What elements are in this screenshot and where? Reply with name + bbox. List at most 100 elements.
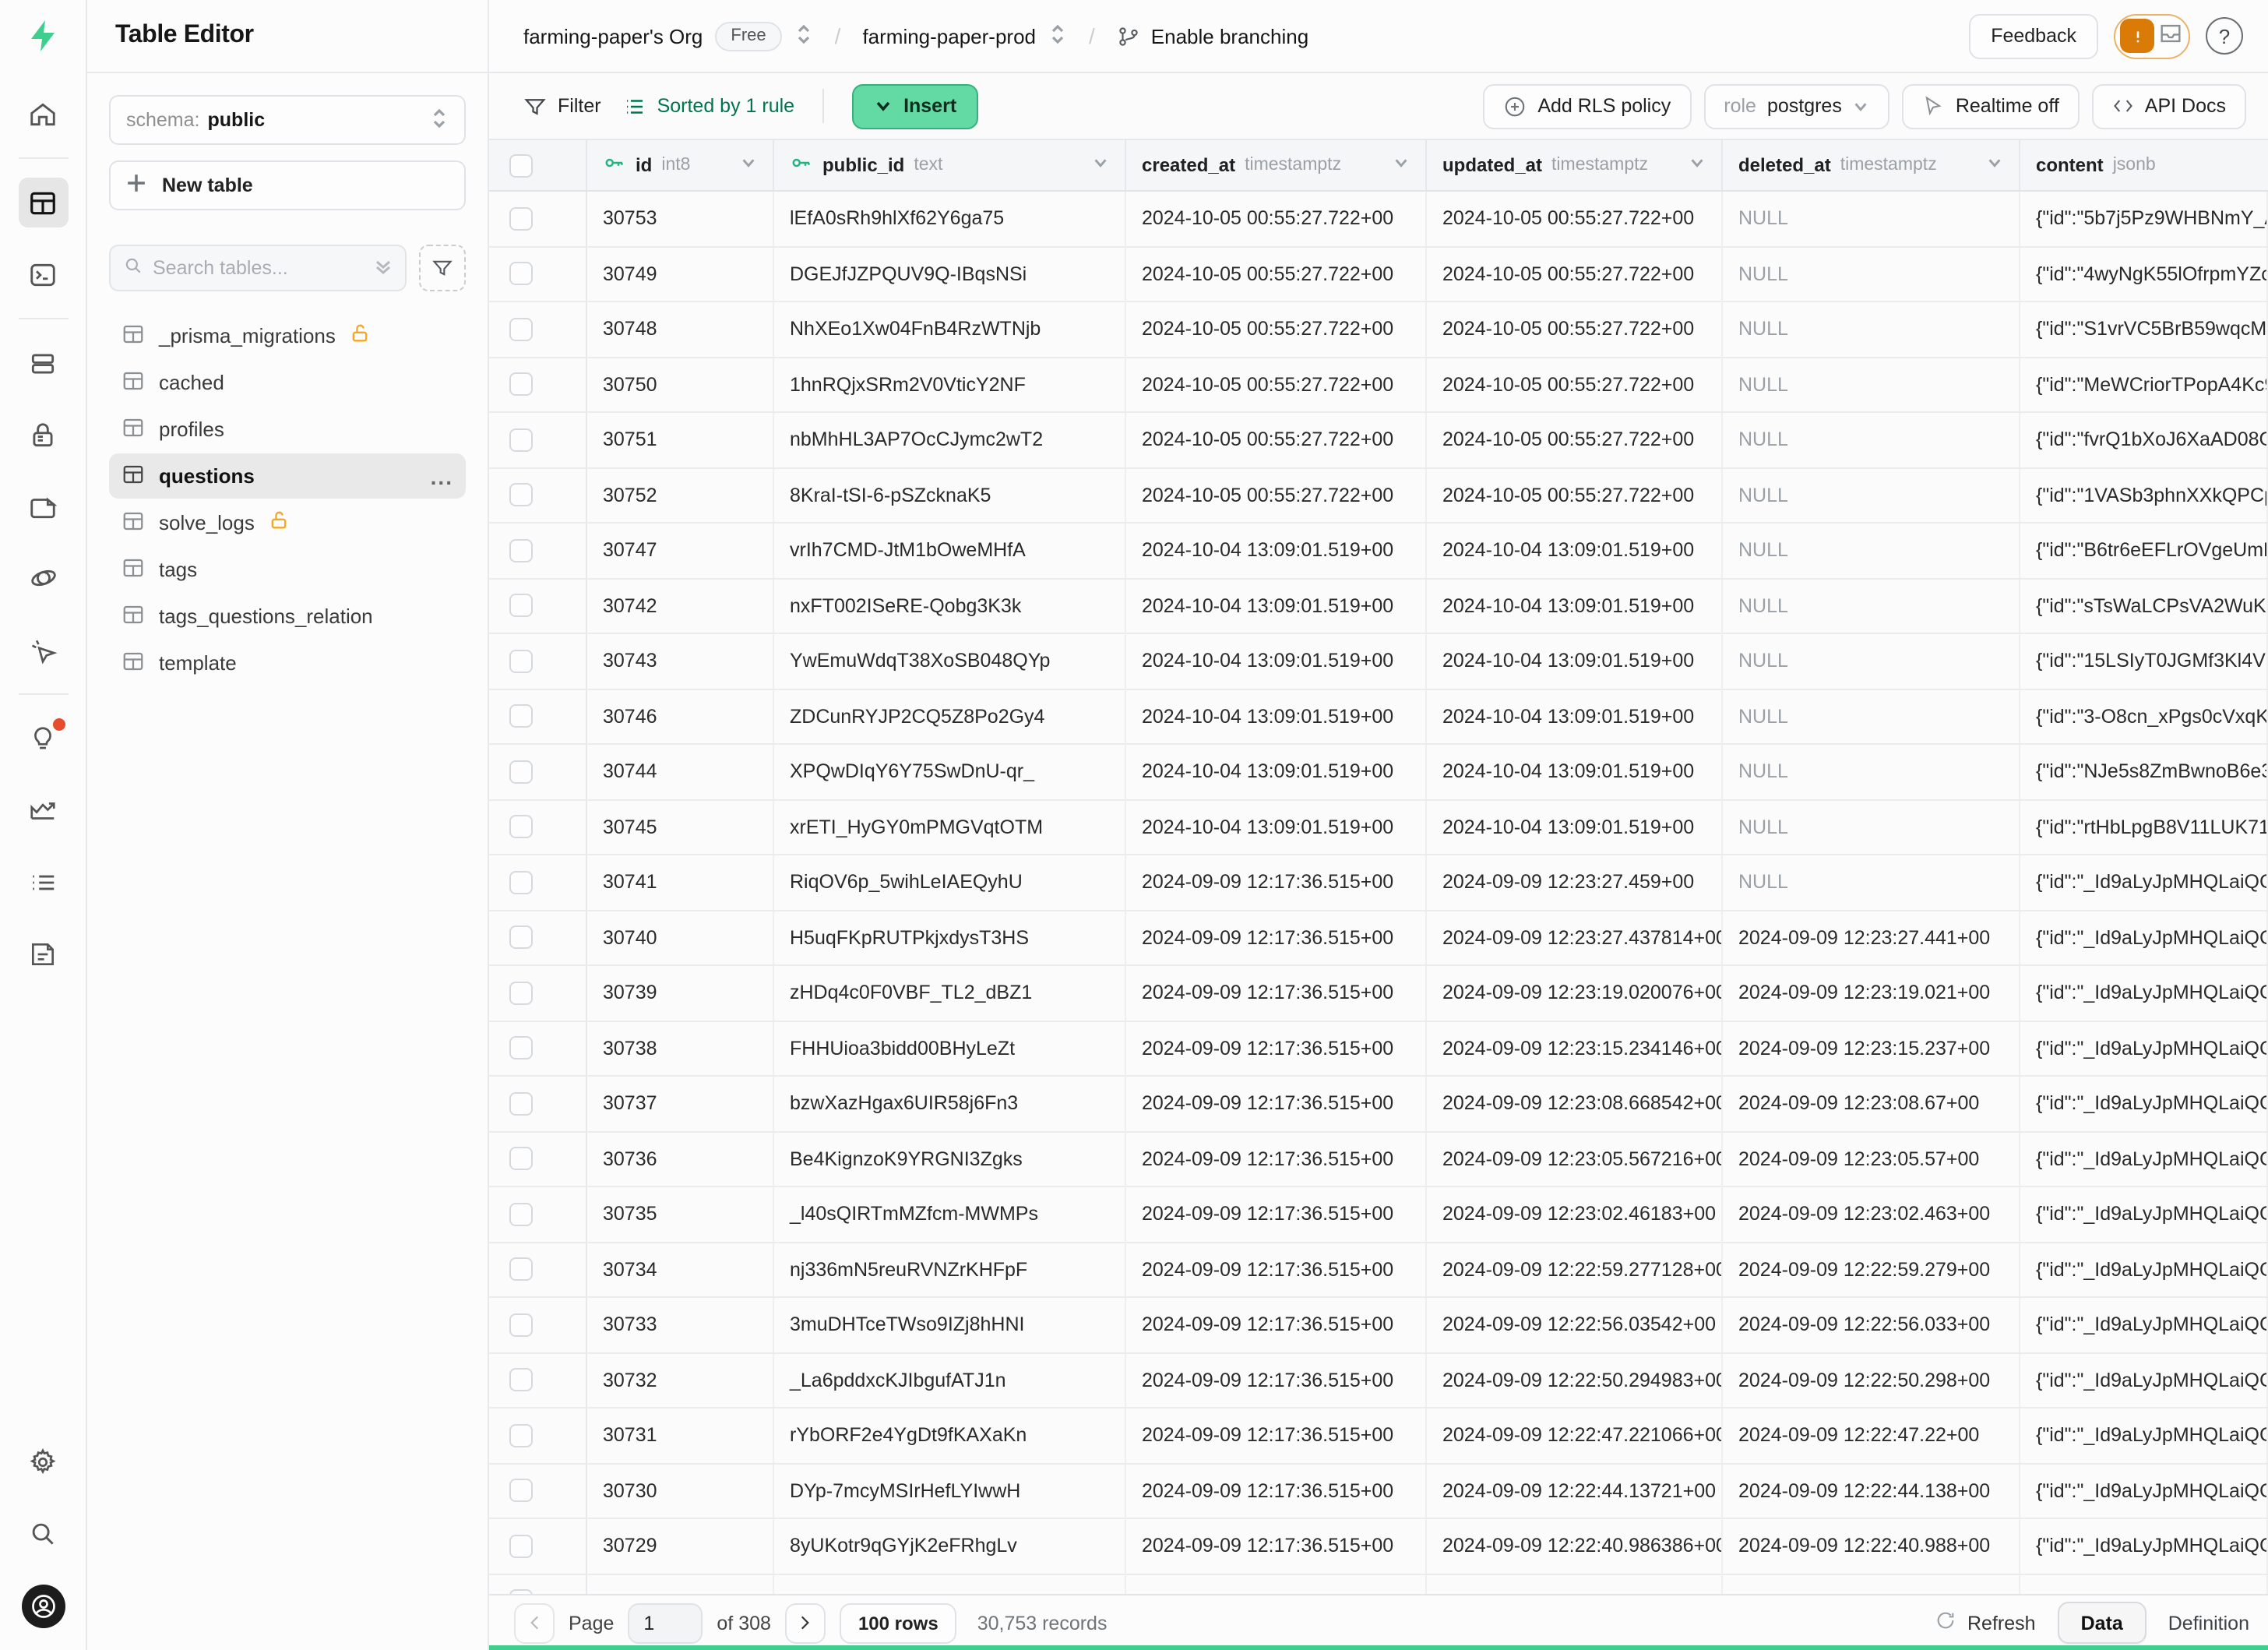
cell-deleted[interactable]: NULL bbox=[1723, 579, 2020, 633]
row-checkbox[interactable] bbox=[509, 816, 533, 839]
cell-created[interactable]: 2024-09-09 12:17:36.515+00 bbox=[1126, 855, 1427, 909]
sidebar-table-item[interactable]: tags_questions_relation bbox=[109, 594, 466, 639]
cell-id[interactable]: 30733 bbox=[587, 1298, 774, 1352]
help-button[interactable]: ? bbox=[2206, 17, 2243, 55]
sidebar-table-item[interactable]: tags bbox=[109, 547, 466, 592]
cell-id[interactable]: 30742 bbox=[587, 579, 774, 633]
row-checkbox[interactable] bbox=[509, 373, 533, 397]
cell-public[interactable]: 8KraI-tSI-6-pSZcknaK5 bbox=[774, 468, 1126, 522]
cell-content[interactable]: {"id":"NJe5s8ZmBwnoB6e3 bbox=[2020, 745, 2268, 799]
cell-deleted[interactable]: 2024-09-09 12:22:47.22+00 bbox=[1723, 1408, 2020, 1462]
row-checkbox[interactable] bbox=[509, 318, 533, 341]
cell-updated[interactable]: 2024-10-05 00:55:27.722+00 bbox=[1427, 468, 1723, 522]
cell-public[interactable]: nj336mN5reuRVNZrKHFpF bbox=[774, 1243, 1126, 1296]
cell-deleted[interactable]: 2024-09-09 12:23:15.237+00 bbox=[1723, 1021, 2020, 1075]
cell-created[interactable]: 2024-10-05 00:55:27.722+00 bbox=[1126, 468, 1427, 522]
cell-deleted[interactable]: 2024-09-09 12:22:44.138+00 bbox=[1723, 1464, 2020, 1518]
cell-created[interactable]: 2024-10-04 13:09:01.519+00 bbox=[1126, 689, 1427, 743]
org-breadcrumb[interactable]: farming-paper's Org bbox=[523, 24, 703, 48]
cell-updated[interactable]: 2024-09-09 12:22:37.955419+00 bbox=[1427, 1574, 1723, 1594]
filter-button[interactable]: Filter bbox=[523, 94, 601, 118]
cell-content[interactable]: {"id":"_Id9aLyJpMHQLaiQC bbox=[2020, 1243, 2268, 1296]
cell-created[interactable]: 2024-10-05 00:55:27.722+00 bbox=[1126, 247, 1427, 301]
sidebar-table-item[interactable]: solve_logs bbox=[109, 500, 466, 545]
search-tables-input[interactable]: Search tables... bbox=[109, 245, 407, 291]
cell-content[interactable]: {"id":"_Id9aLyJpMHQLaiQC bbox=[2020, 1077, 2268, 1130]
cell-deleted[interactable]: 2024-09-09 12:23:27.441+00 bbox=[1723, 911, 2020, 964]
cell-public[interactable]: FHHUioa3bidd00BHyLeZt bbox=[774, 1021, 1126, 1075]
cell-content[interactable]: {"id":"_Id9aLyJpMHQLaiQC bbox=[2020, 1187, 2268, 1241]
row-checkbox[interactable] bbox=[509, 1424, 533, 1447]
plan-badge[interactable]: Free bbox=[715, 21, 781, 51]
cell-updated[interactable]: 2024-10-04 13:09:01.519+00 bbox=[1427, 634, 1723, 688]
cell-updated[interactable]: 2024-09-09 12:23:15.234146+00 bbox=[1427, 1021, 1723, 1075]
row-checkbox[interactable] bbox=[509, 1148, 533, 1171]
cell-updated[interactable]: 2024-10-05 00:55:27.722+00 bbox=[1427, 358, 1723, 411]
cell-id[interactable]: 30752 bbox=[587, 468, 774, 522]
cell-content[interactable]: {"id":"_Id9aLyJpMHQLaiQC bbox=[2020, 1132, 2268, 1186]
cell-updated[interactable]: 2024-09-09 12:23:02.46183+00 bbox=[1427, 1187, 1723, 1241]
cell-content[interactable]: {"id":"sTsWaLCPsVA2WuK2 bbox=[2020, 579, 2268, 633]
row-checkbox[interactable] bbox=[509, 650, 533, 673]
cell-created[interactable]: 2024-10-04 13:09:01.519+00 bbox=[1126, 800, 1427, 854]
cell-id[interactable]: 30731 bbox=[587, 1408, 774, 1462]
storage-icon[interactable] bbox=[18, 481, 68, 531]
cell-updated[interactable]: 2024-10-04 13:09:01.519+00 bbox=[1427, 524, 1723, 577]
cell-public[interactable]: lEfA0sRh9hlXf62Y6ga75 bbox=[774, 192, 1126, 245]
cell-id[interactable]: 30735 bbox=[587, 1187, 774, 1241]
sort-button[interactable]: Sorted by 1 rule bbox=[623, 94, 795, 118]
cell-id[interactable]: 30730 bbox=[587, 1464, 774, 1518]
cell-public[interactable]: DGEJfJZPQUV9Q-IBqsNSi bbox=[774, 247, 1126, 301]
cell-public[interactable]: 0L5BAfDaLDl5rQOiqeKPO bbox=[774, 1574, 1126, 1594]
cell-content[interactable]: {"id":"_Id9aLyJpMHQLaiQC bbox=[2020, 1574, 2268, 1594]
cell-deleted[interactable]: 2024-09-09 12:22:56.033+00 bbox=[1723, 1298, 2020, 1352]
cell-content[interactable]: {"id":"15LSIyT0JGMf3Kl4Vn bbox=[2020, 634, 2268, 688]
cell-created[interactable]: 2024-09-09 12:17:36.515+00 bbox=[1126, 1077, 1427, 1130]
row-checkbox[interactable] bbox=[509, 1369, 533, 1392]
feedback-button[interactable]: Feedback bbox=[1969, 13, 2098, 58]
realtime-toggle-button[interactable]: Realtime off bbox=[1903, 83, 2080, 129]
settings-gear-icon[interactable] bbox=[18, 1437, 68, 1486]
cell-deleted[interactable]: 2024-09-09 12:23:05.57+00 bbox=[1723, 1132, 2020, 1186]
table-editor-icon[interactable] bbox=[18, 178, 68, 227]
cell-public[interactable]: NhXEo1Xw04FnB4RzWTNjb bbox=[774, 302, 1126, 356]
cell-updated[interactable]: 2024-09-09 12:23:05.567216+00 bbox=[1427, 1132, 1723, 1186]
realtime-icon[interactable] bbox=[18, 553, 68, 603]
cell-public[interactable]: DYp-7mcyMSIrHefLYIwwH bbox=[774, 1464, 1126, 1518]
row-checkbox[interactable] bbox=[509, 926, 533, 950]
rows-per-page-button[interactable]: 100 rows bbox=[840, 1602, 957, 1643]
row-checkbox[interactable] bbox=[509, 1535, 533, 1558]
cell-deleted[interactable]: NULL bbox=[1723, 247, 2020, 301]
database-icon[interactable] bbox=[18, 338, 68, 388]
cell-updated[interactable]: 2024-10-05 00:55:27.722+00 bbox=[1427, 413, 1723, 467]
cell-id[interactable]: 30750 bbox=[587, 358, 774, 411]
cell-public[interactable]: vrIh7CMD-JtM1bOweMHfA bbox=[774, 524, 1126, 577]
cell-deleted[interactable]: NULL bbox=[1723, 855, 2020, 909]
cell-public[interactable]: _La6pddxcKJIbgufATJ1n bbox=[774, 1353, 1126, 1407]
cell-created[interactable]: 2024-10-04 13:09:01.519+00 bbox=[1126, 634, 1427, 688]
cell-content[interactable]: {"id":"4wyNgK55lOfrpmYZc bbox=[2020, 247, 2268, 301]
cell-deleted[interactable]: 2024-09-09 12:22:50.298+00 bbox=[1723, 1353, 2020, 1407]
next-page-button[interactable] bbox=[785, 1602, 826, 1643]
cell-public[interactable]: Be4KignzoK9YRGNI3Zgks bbox=[774, 1132, 1126, 1186]
cell-content[interactable]: {"id":"_Id9aLyJpMHQLaiQC bbox=[2020, 1021, 2268, 1075]
cell-content[interactable]: {"id":"_Id9aLyJpMHQLaiQC bbox=[2020, 966, 2268, 1020]
role-select[interactable]: role postgres bbox=[1703, 83, 1890, 129]
insert-button[interactable]: Insert bbox=[852, 83, 978, 129]
row-checkbox[interactable] bbox=[509, 982, 533, 1005]
row-checkbox[interactable] bbox=[509, 1258, 533, 1282]
cell-created[interactable]: 2024-10-05 00:55:27.722+00 bbox=[1126, 302, 1427, 356]
cell-created[interactable]: 2024-09-09 12:17:36.515+00 bbox=[1126, 1298, 1427, 1352]
column-header-id[interactable]: idint8 bbox=[587, 140, 774, 190]
cell-id[interactable]: 30741 bbox=[587, 855, 774, 909]
cell-updated[interactable]: 2024-10-04 13:09:01.519+00 bbox=[1427, 689, 1723, 743]
api-docs-icon[interactable] bbox=[18, 929, 68, 978]
cell-created[interactable]: 2024-09-09 12:17:36.515+00 bbox=[1126, 1464, 1427, 1518]
cell-id[interactable]: 30745 bbox=[587, 800, 774, 854]
cell-content[interactable]: {"id":"5b7j5Pz9WHBNmY_A bbox=[2020, 192, 2268, 245]
cell-deleted[interactable]: NULL bbox=[1723, 524, 2020, 577]
tab-definition[interactable]: Definition bbox=[2168, 1612, 2249, 1634]
cell-deleted[interactable]: NULL bbox=[1723, 192, 2020, 245]
column-header-updated_at[interactable]: updated_attimestamptz bbox=[1427, 140, 1723, 190]
cell-updated[interactable]: 2024-10-05 00:55:27.722+00 bbox=[1427, 302, 1723, 356]
